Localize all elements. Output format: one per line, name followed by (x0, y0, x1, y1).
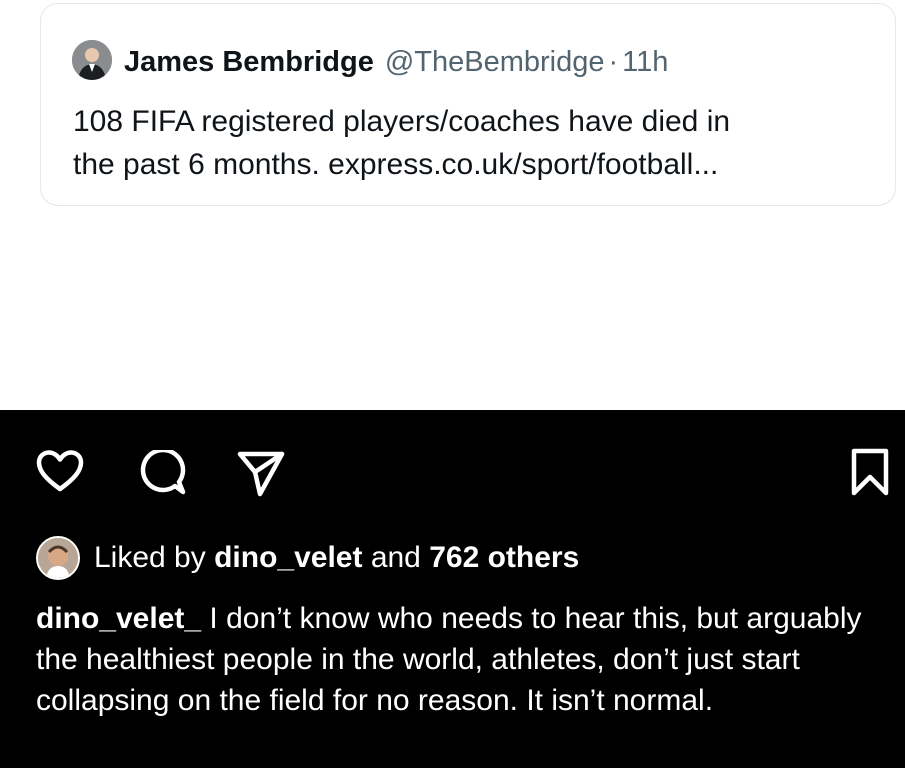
caption-username[interactable]: dino_velet_ (36, 602, 201, 635)
person-photo-icon (72, 40, 112, 80)
bookmark-icon[interactable] (850, 447, 890, 497)
liked-by-row: Liked by dino_velet and 762 others (36, 536, 579, 580)
likes-count[interactable]: 762 others (429, 541, 579, 574)
tweet-separator-dot: · (608, 45, 619, 78)
tweet-text-line: 108 FIFA registered players/coaches have… (73, 105, 731, 138)
liked-by-prefix: Liked by (94, 541, 206, 574)
person-photo-icon (38, 538, 78, 578)
tweet-text-line: the past 6 months. express.co.uk/sport/f… (73, 148, 719, 181)
liked-by-username[interactable]: dino_velet (214, 541, 362, 574)
liker-avatar[interactable] (36, 536, 80, 580)
tweet-author-name[interactable]: James Bembridge (124, 46, 374, 79)
tweet-text: 108 FIFA registered players/coaches have… (73, 100, 873, 186)
tweet-author-avatar[interactable] (72, 40, 112, 80)
tweet-author-handle[interactable]: @TheBembridge (385, 46, 605, 79)
heart-icon[interactable] (36, 449, 84, 493)
comment-icon[interactable] (136, 450, 186, 496)
quoted-tweet-area: James Bembridge @TheBembridge · 11h 108 … (0, 0, 905, 410)
tweet-card[interactable]: James Bembridge @TheBembridge · 11h 108 … (40, 3, 896, 206)
liked-by-text: Liked by dino_velet and 762 others (94, 541, 579, 575)
liked-by-conjunction: and (370, 541, 421, 574)
tweet-timestamp[interactable]: 11h (622, 46, 668, 79)
post-caption: dino_velet_ I don’t know who needs to he… (36, 598, 898, 721)
tweet-header: James Bembridge @TheBembridge · 11h (124, 40, 668, 84)
send-icon[interactable] (236, 448, 286, 498)
